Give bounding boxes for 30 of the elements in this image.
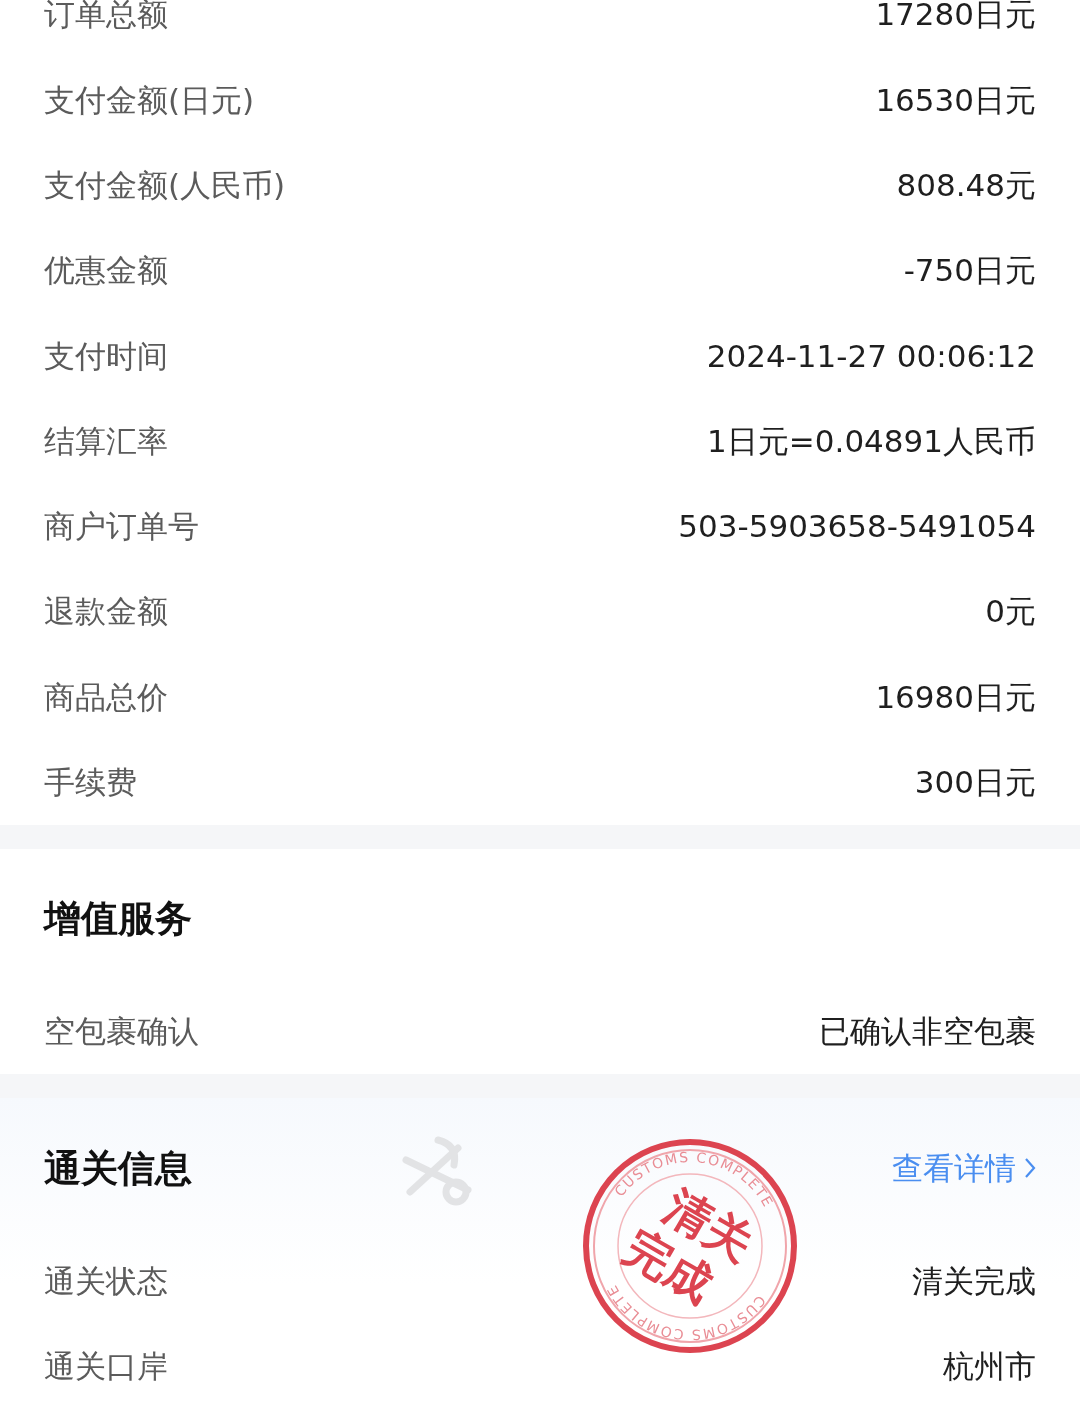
field-value: 808.48元 <box>896 166 1036 205</box>
field-value: 300日元 <box>914 763 1036 803</box>
view-details-link[interactable]: 查看详情 <box>892 1145 1036 1192</box>
field-value: 503-5903658-5491054 <box>678 507 1036 547</box>
section-title: 增值服务 <box>44 896 192 943</box>
field-value: 0元 <box>985 592 1036 632</box>
section-title: 通关信息 <box>44 1145 192 1192</box>
field-value: 1日元=0.04891人民币 <box>707 421 1036 461</box>
field-label: 商户订单号 <box>44 507 199 547</box>
field-value: 16530日元 <box>875 80 1036 120</box>
field-value: 杭州市 <box>943 1346 1036 1386</box>
field-label: 支付金额(人民币) <box>44 166 286 205</box>
field-label: 支付时间 <box>44 336 168 376</box>
field-label: 订单总额 <box>44 0 168 35</box>
field-label: 退款金额 <box>44 592 168 632</box>
field-label: 通关口岸 <box>44 1346 168 1386</box>
field-value: 16980日元 <box>875 677 1036 717</box>
chevron-right-icon <box>1024 1157 1036 1180</box>
field-label: 通关状态 <box>44 1261 168 1301</box>
field-value: 2024-11-27 00:06:12 <box>706 336 1036 376</box>
field-value: 已确认非空包裹 <box>819 1012 1036 1052</box>
field-label: 支付金额(日元) <box>44 80 255 120</box>
field-value: -750日元 <box>903 251 1036 291</box>
field-label: 商品总价 <box>44 677 168 717</box>
field-value: 清关完成 <box>912 1261 1036 1301</box>
field-label: 优惠金额 <box>44 251 168 291</box>
field-value: 17280日元 <box>875 0 1036 35</box>
field-label: 空包裹确认 <box>44 1012 199 1052</box>
field-label: 手续费 <box>44 763 137 803</box>
field-label: 结算汇率 <box>44 421 168 461</box>
